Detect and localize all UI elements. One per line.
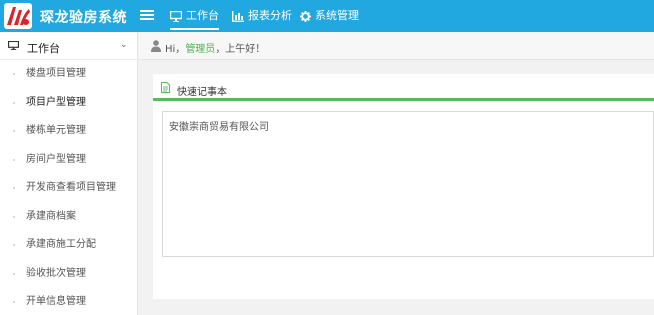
sidebar-item-room-types[interactable]: 房间户型管理 [0, 146, 138, 175]
bar-chart-icon [232, 10, 244, 22]
greeting-text: Hi，管理员，上午好！ [165, 40, 265, 55]
notepad-content: 安徽崇商贸易有限公司 [169, 122, 269, 133]
greeting-prefix: Hi， [165, 44, 186, 55]
sidebar-menu: 楼盘项目管理 项目户型管理 楼栋单元管理 房间户型管理 开发商查看项目管理 承建… [0, 60, 138, 315]
chevron-down-icon[interactable]: ⌄ [120, 40, 128, 50]
greeting-suffix: ，上午好！ [215, 44, 266, 55]
greeting-username[interactable]: 管理员 [185, 44, 215, 55]
sidebar-item-property-projects[interactable]: 楼盘项目管理 [0, 60, 138, 89]
monitor-icon [170, 10, 182, 22]
greeting-bar: Hi，管理员，上午好！ [139, 32, 654, 60]
nav-workbench-label: 工作台 [186, 9, 219, 22]
sidebar-item-order-info[interactable]: 开单信息管理 [0, 288, 138, 315]
sidebar-item-building-units[interactable]: 楼栋单元管理 [0, 117, 138, 146]
menu-toggle-icon[interactable] [140, 8, 154, 22]
notepad-textarea[interactable]: 安徽崇商贸易有限公司 [162, 111, 654, 257]
gear-icon [300, 10, 311, 22]
nav-system[interactable]: 系统管理 [300, 0, 359, 32]
sidebar-header-workbench[interactable]: 工作台 ⌄ [0, 32, 138, 60]
app-title: 琛龙验房系统 [40, 10, 127, 26]
panel-header: 快速记事本 [153, 74, 654, 101]
sidebar: 工作台 ⌄ 楼盘项目管理 项目户型管理 楼栋单元管理 房间户型管理 开发商查看项… [0, 32, 138, 315]
sidebar-item-contractor-archive[interactable]: 承建商档案 [0, 203, 138, 232]
app-logo[interactable] [4, 3, 32, 29]
nav-reports-label: 报表分析 [248, 9, 292, 22]
nav-system-label: 系统管理 [315, 9, 359, 22]
sidebar-item-contractor-assignment[interactable]: 承建商施工分配 [0, 231, 138, 260]
user-icon [151, 40, 161, 52]
nav-workbench[interactable]: 工作台 [170, 0, 219, 32]
sidebar-item-developer-projects[interactable]: 开发商查看项目管理 [0, 174, 138, 203]
monitor-icon [8, 41, 19, 50]
top-navbar: 琛龙验房系统 工作台 报表分析 系统管理 [0, 0, 654, 32]
sidebar-item-project-unit-types[interactable]: 项目户型管理 [0, 89, 138, 118]
main-content: Hi，管理员，上午好！ 快速记事本 安徽崇商贸易有限公司 [139, 32, 654, 315]
panel-title: 快速记事本 [177, 87, 227, 98]
nav-reports[interactable]: 报表分析 [232, 0, 292, 32]
quick-notepad-panel: 快速记事本 安徽崇商贸易有限公司 [153, 74, 654, 299]
sidebar-item-inspection-batches[interactable]: 验收批次管理 [0, 260, 138, 289]
document-icon [161, 82, 170, 93]
sidebar-header-label: 工作台 [27, 42, 60, 55]
